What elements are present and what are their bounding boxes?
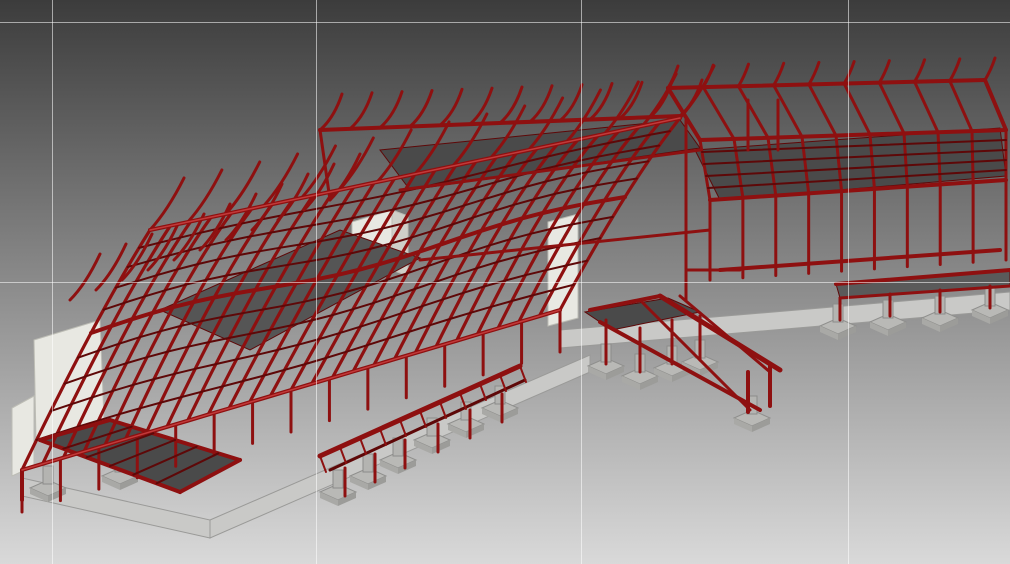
core-wall [11,395,35,477]
3d-model-viewport[interactable] [0,0,1010,564]
concrete-pier [332,469,344,489]
concrete-pier [362,453,374,473]
concrete-pier [42,465,54,485]
steel-beam [970,129,975,184]
structural-model-canvas[interactable] [0,0,1010,564]
